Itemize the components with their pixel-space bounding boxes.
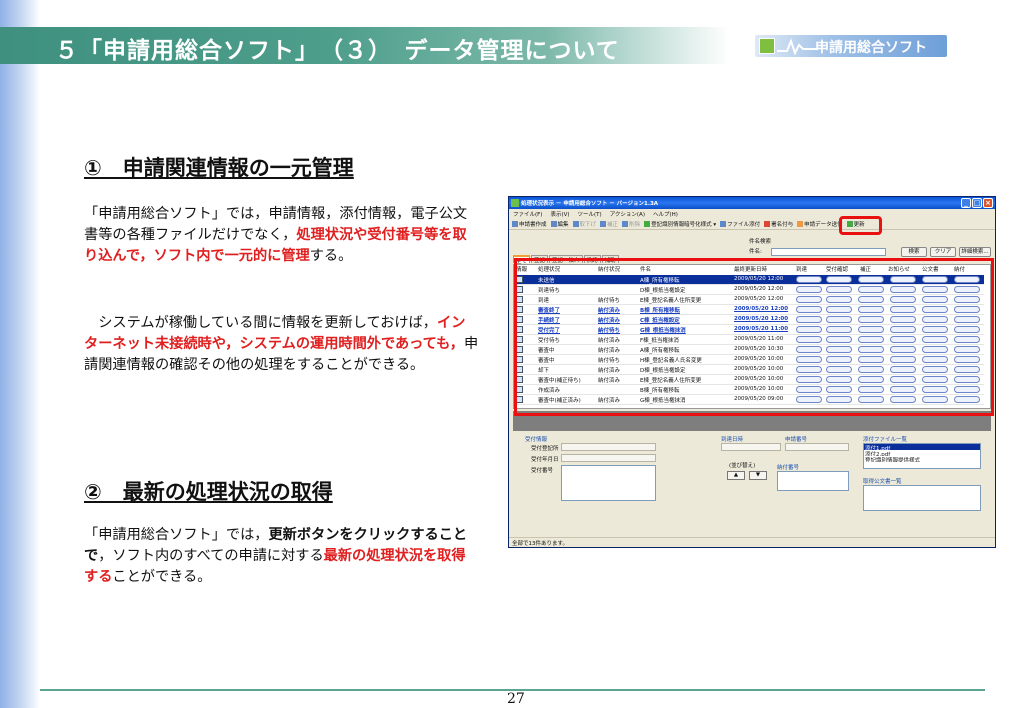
close-icon[interactable]: × <box>983 198 993 208</box>
section1-text-c: システムが稼働している間に情報を更新しておけば， <box>84 315 437 331</box>
receipt-number-list[interactable] <box>561 465 656 501</box>
logo-square-icon <box>759 38 775 54</box>
clear-button[interactable]: クリア <box>930 247 956 257</box>
menu-bar: ファイル(F) 表示(V) ツール(T) アクション(A) ヘルプ(H) <box>509 209 995 218</box>
search-field-label: 件名: <box>749 249 762 255</box>
send-button[interactable]: 申請データ送信 <box>797 220 843 228</box>
document-icon <box>512 220 518 227</box>
edit-icon <box>550 220 557 227</box>
advanced-search-button[interactable]: 詳細検索... <box>959 247 991 257</box>
attachment-item[interactable]: 登記識別情報提供様式 <box>864 456 980 462</box>
encrypt-format-dropdown[interactable]: 登記識別情報暗号化様式 ▾ <box>644 220 716 228</box>
slide-title: ５「申請用総合ソフト」 （３） データ管理について <box>55 38 620 64</box>
menu-help[interactable]: ヘルプ(H) <box>653 210 678 218</box>
payment-number-label: 納付番号 <box>777 465 800 471</box>
detail-panel: 受付情報 受付登記所 受付年月日 受付番号 到達日時 申請番号 (並び替え) ▲… <box>513 433 991 533</box>
menu-file[interactable]: ファイル(F) <box>513 210 542 218</box>
section2-title: ② 最新の処理状況の取得 <box>84 480 333 504</box>
attachments-label: 添付ファイル一覧 <box>863 437 908 443</box>
refresh-highlight <box>839 216 882 235</box>
minimize-icon[interactable]: _ <box>961 198 971 208</box>
delete-icon <box>622 220 629 227</box>
logo-text: 申請用総合ソフト <box>815 40 927 56</box>
attach-file-button[interactable]: ファイル添付 <box>720 220 760 228</box>
section1-text-b: する。 <box>309 248 353 264</box>
signature-icon <box>764 220 771 227</box>
withdraw-button[interactable]: 取下げ <box>572 220 596 228</box>
create-application-button[interactable]: 申請書作成 <box>512 220 547 228</box>
receipt-number-label: 受付番号 <box>531 468 554 474</box>
edit-button[interactable]: 編集 <box>550 220 569 228</box>
move-down-button[interactable]: ▼ <box>749 471 767 480</box>
receipt-info-label: 受付情報 <box>525 437 548 443</box>
app-titlebar: 処理状況表示 － 申請用総合ソフト － バージョン1.3A _ □ × <box>509 197 995 209</box>
delete-button[interactable]: 削除 <box>622 220 640 228</box>
payment-number-list[interactable] <box>777 471 849 491</box>
section2-text-c: ことができる。 <box>112 569 212 585</box>
search-input[interactable] <box>771 248 886 256</box>
section1-paragraph1: 「申請用総合ソフト」では，申請情報，添付情報，電子公文書等の各種ファイルだけでな… <box>84 204 479 267</box>
maximize-icon[interactable]: □ <box>972 198 982 208</box>
section1-paragraph2: システムが稼働している間に情報を更新しておけば，インターネット未接続時や，システ… <box>84 313 479 376</box>
search-button[interactable]: 検索 <box>901 247 927 257</box>
key-icon <box>644 220 651 227</box>
menu-tools[interactable]: ツール(T) <box>578 210 602 218</box>
app-icon <box>511 199 519 207</box>
section1-title: ① 申請関連情報の一元管理 <box>84 156 354 180</box>
send-icon <box>797 220 804 227</box>
menu-action[interactable]: アクション(A) <box>610 210 645 218</box>
withdraw-icon <box>572 220 579 227</box>
section2-text-b: ，ソフト内のすべての申請に対する <box>98 548 324 564</box>
section2-paragraph: 「申請用総合ソフト」では，更新ボタンをクリックすることで，ソフト内のすべての申請… <box>84 525 479 588</box>
sign-button[interactable]: 署名付与 <box>764 220 793 228</box>
toolbar: 申請書作成 編集 取下げ 補正 削除 登記識別情報暗号化様式 ▾ ファイル添付 … <box>509 218 995 230</box>
menu-view[interactable]: 表示(V) <box>550 210 569 218</box>
app-title: 処理状況表示 － 申請用総合ソフト － バージョン1.3A <box>521 201 659 207</box>
receipt-date-field[interactable] <box>561 454 656 462</box>
move-up-button[interactable]: ▲ <box>727 471 745 480</box>
software-logo: 申請用総合ソフト <box>755 35 947 57</box>
grid-highlight <box>514 258 994 416</box>
attach-icon <box>720 220 727 227</box>
official-docs-label: 取得公文書一覧 <box>863 479 902 485</box>
status-bar: 全部で13件あります。 <box>509 537 995 547</box>
official-docs-list[interactable] <box>863 485 981 511</box>
receipt-office-field[interactable] <box>561 443 656 451</box>
application-number-label: 申請番号 <box>785 437 808 443</box>
logo-wave-icon <box>777 38 817 56</box>
amend-icon <box>600 220 607 227</box>
search-label: 件名検索 <box>749 239 772 245</box>
receipt-office-label: 受付登記所 <box>531 446 559 452</box>
receipt-date-label: 受付年月日 <box>531 457 559 463</box>
arrival-date-field[interactable] <box>721 443 781 451</box>
arrival-date-label: 到達日時 <box>721 437 744 443</box>
left-gradient-bar <box>0 0 40 708</box>
amend-button[interactable]: 補正 <box>600 220 618 228</box>
application-number-field[interactable] <box>785 443 849 451</box>
page-number: 27 <box>507 691 525 707</box>
attachments-list[interactable]: 添付1.pdf 添付2.pdf 登記識別情報提供様式 <box>863 443 981 469</box>
section2-text-a: 「申請用総合ソフト」では， <box>84 527 269 543</box>
reorder-label: (並び替え) <box>729 463 756 469</box>
